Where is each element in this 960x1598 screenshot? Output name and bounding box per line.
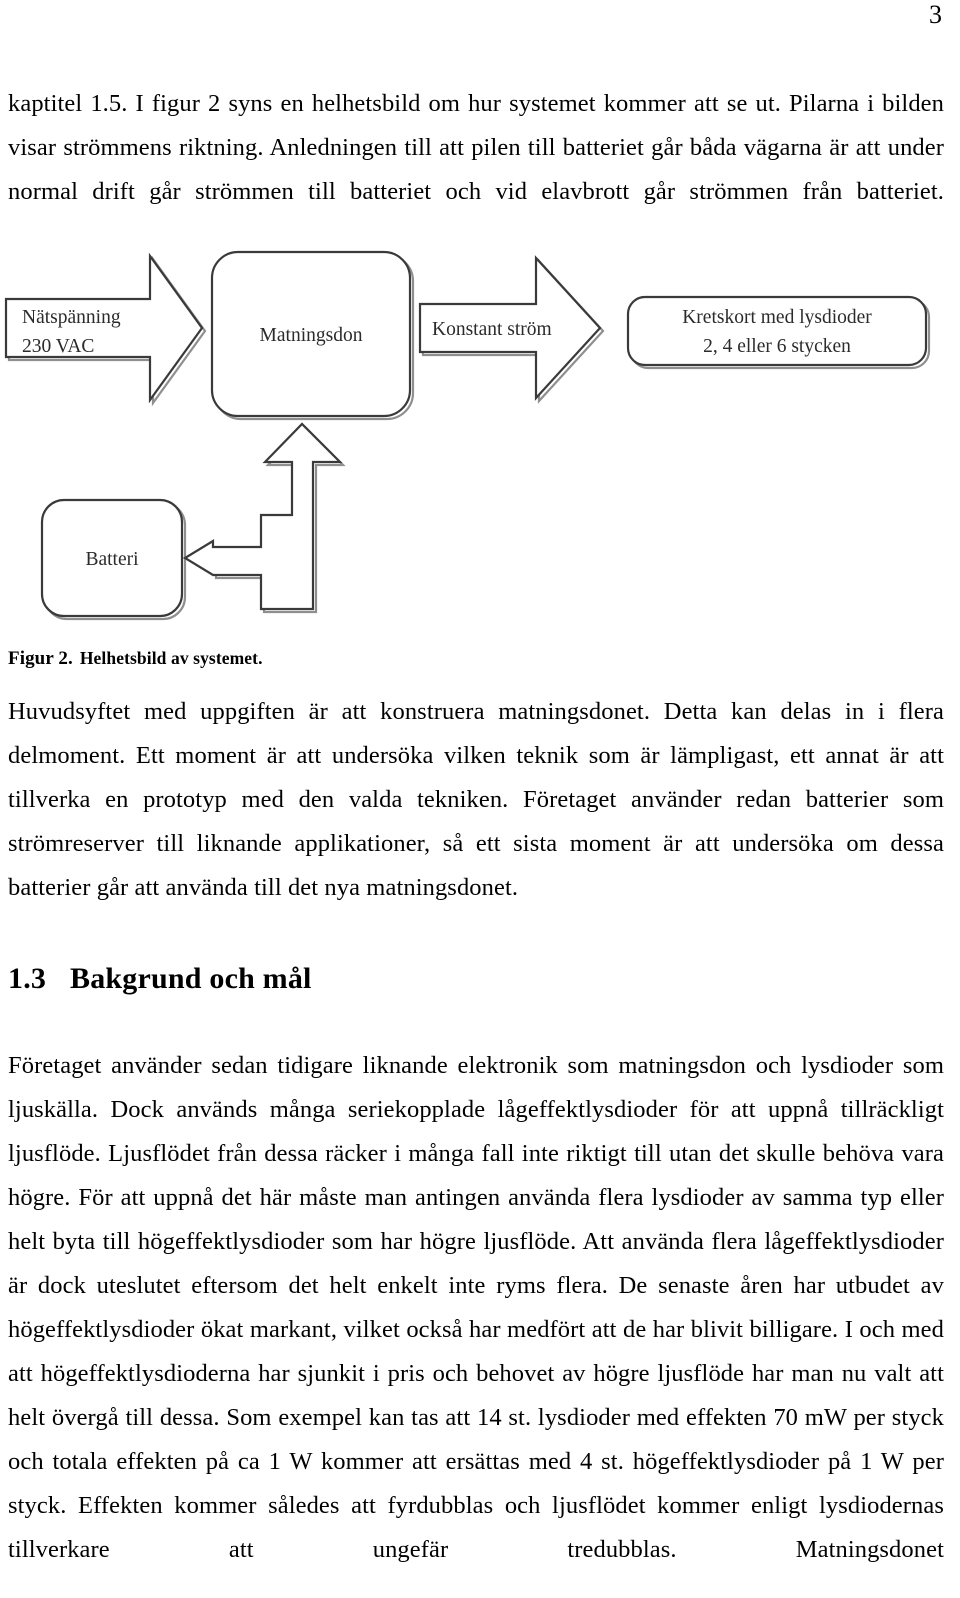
section-heading-1-3: 1.3 Bakgrund och mål: [8, 962, 312, 996]
paragraph-background: Företaget använder sedan tidigare liknan…: [8, 1044, 944, 1572]
paragraph-purpose-text: Huvudsyftet med uppgiften är att konstru…: [8, 698, 944, 901]
figure-caption-label: Figur 2.: [8, 648, 73, 669]
section-number: 1.3: [8, 962, 47, 995]
constant-current-label: Konstant ström: [432, 319, 552, 340]
mains-arrow-shape: [4, 252, 204, 404]
section-title: Bakgrund och mål: [70, 962, 312, 995]
mains-voltage-label-line1: Nätspänning: [22, 307, 121, 328]
figure-caption: Figur 2. Helhetsbild av systemet.: [8, 648, 263, 670]
pcb-label-line1: Kretskort med lysdioder: [682, 307, 872, 328]
figure-2-diagram: Nätspänning 230 VAC Matningsdon Konstant…: [0, 228, 960, 628]
page-number: 3: [929, 0, 942, 29]
document-page: 3 kaptitel 1.5. I figur 2 syns en helhet…: [0, 0, 960, 1598]
paragraph-intro-text: kaptitel 1.5. I figur 2 syns en helhetsb…: [8, 90, 944, 205]
mains-voltage-label-line2: 230 VAC: [22, 336, 94, 357]
paragraph-purpose: Huvudsyftet med uppgiften är att konstru…: [8, 690, 944, 910]
paragraph-background-text: Företaget använder sedan tidigare liknan…: [8, 1052, 944, 1563]
pcb-label-line2: 2, 4 eller 6 stycken: [703, 336, 851, 357]
battery-label: Batteri: [85, 549, 139, 570]
power-supply-label: Matningsdon: [260, 325, 363, 346]
paragraph-intro: kaptitel 1.5. I figur 2 syns en helhetsb…: [8, 82, 944, 214]
figure-caption-text: Helhetsbild av systemet.: [79, 648, 263, 668]
